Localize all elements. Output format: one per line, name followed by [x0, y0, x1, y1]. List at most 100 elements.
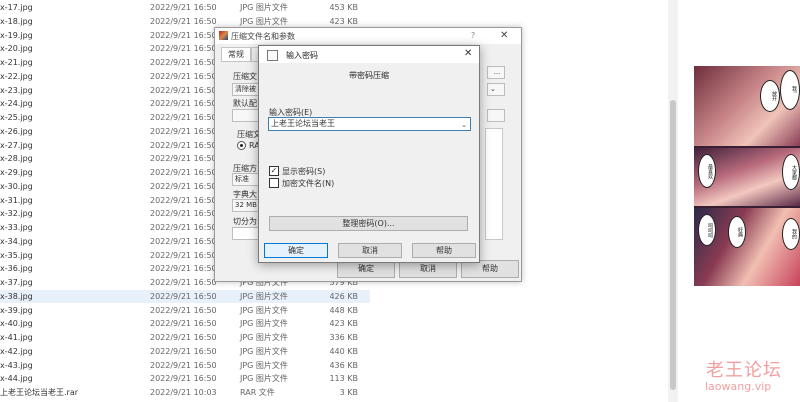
dialog-title: 压缩文件名和参数: [231, 32, 295, 41]
file-date: 2022/9/21 16:50: [150, 319, 217, 329]
browse-button[interactable]: ...: [487, 66, 505, 79]
file-name: x-41.jpg: [0, 333, 33, 342]
file-date: 2022/9/21 16:50: [150, 30, 217, 40]
watermark-url: laowang.vip: [705, 380, 772, 393]
close-icon[interactable]: ✕: [500, 30, 508, 41]
comic-panel: 呵呵呵 好痛 我的: [694, 208, 800, 286]
file-date: 2022/9/21 10:03: [150, 388, 217, 397]
encrypt-names-checkbox[interactable]: 加密文件名(N): [269, 177, 335, 189]
file-size: 423 KB: [329, 319, 358, 329]
file-row[interactable]: x-44.jpg 2022/9/21 16:50 JPG 图片文件 113 KB: [0, 372, 370, 385]
encrypt-names-label: 加密文件名(N): [282, 179, 335, 188]
format-radio[interactable]: [237, 141, 246, 150]
file-date: 2022/9/21 16:50: [150, 236, 217, 246]
show-password-checkbox[interactable]: ✓ 显示密码(S): [269, 165, 326, 177]
file-name: x-19.jpg: [0, 30, 33, 40]
watermark-logo-text: 老王论坛: [706, 360, 782, 381]
file-name: 上老王论坛当老王.rar: [0, 388, 79, 397]
file-date: 2022/9/21 16:50: [150, 99, 217, 109]
file-name: x-43.jpg: [0, 360, 33, 370]
file-type: JPG 图片文件: [240, 16, 288, 26]
help-button[interactable]: 帮助: [412, 243, 476, 258]
file-name: x-44.jpg: [0, 374, 33, 384]
file-row[interactable]: x-17.jpg 2022/9/21 16:50 JPG 图片文件 453 KB: [0, 1, 370, 14]
window-icon: [267, 50, 278, 61]
file-date: 2022/9/21 16:50: [150, 126, 217, 136]
file-size: 453 KB: [329, 3, 358, 12]
checkbox-checked-icon[interactable]: ✓: [269, 165, 279, 176]
file-row[interactable]: x-40.jpg 2022/9/21 16:50 JPG 图片文件 423 KB: [0, 317, 370, 330]
file-row[interactable]: x-41.jpg 2022/9/21 16:50 JPG 图片文件 336 KB: [0, 331, 370, 344]
file-name: x-32.jpg: [0, 209, 33, 219]
dialog-titlebar: 输入密码 ✕: [259, 46, 479, 63]
file-name: x-17.jpg: [0, 3, 33, 12]
file-type: JPG 图片文件: [240, 360, 288, 370]
file-date: 2022/9/21 16:50: [150, 278, 217, 287]
file-date: 2022/9/21 16:50: [150, 58, 217, 67]
speech-bubble: 我!: [780, 70, 800, 110]
password-dialog: 输入密码 ✕ 带密码压缩 输入密码(E) 上老王论坛当老王 ⌄ ✓ 显示密码(S)…: [258, 45, 480, 263]
file-date: 2022/9/21 16:50: [150, 16, 217, 26]
file-type: JPG 图片文件: [240, 346, 288, 356]
file-row[interactable]: x-38.jpg 2022/9/21 16:50 JPG 图片文件 426 KB: [0, 289, 370, 303]
file-date: 2022/9/21 16:50: [150, 291, 217, 301]
tab-general[interactable]: 常规: [221, 47, 251, 62]
file-row[interactable]: x-39.jpg 2022/9/21 16:50 JPG 图片文件 448 KB: [0, 304, 370, 317]
file-type: JPG 图片文件: [240, 3, 288, 12]
chevron-down-icon[interactable]: ⌄: [487, 83, 505, 96]
dialog-heading: 带密码压缩: [349, 71, 389, 80]
cancel-button[interactable]: 取消: [338, 243, 402, 258]
file-name: x-38.jpg: [0, 291, 33, 301]
file-date: 2022/9/21 16:50: [150, 113, 217, 122]
organize-passwords-button[interactable]: 整理密码(O)...: [269, 216, 468, 231]
file-name: x-25.jpg: [0, 113, 33, 122]
checkbox-unchecked-icon[interactable]: [269, 177, 279, 188]
file-name: x-22.jpg: [0, 71, 33, 81]
close-icon[interactable]: ✕: [464, 48, 472, 59]
file-name: x-26.jpg: [0, 126, 33, 136]
file-row[interactable]: x-42.jpg 2022/9/21 16:50 JPG 图片文件 440 KB: [0, 345, 370, 358]
file-date: 2022/9/21 16:50: [150, 44, 217, 54]
speech-bubble: 呵呵呵: [698, 214, 716, 246]
file-size: 3 KB: [339, 388, 358, 397]
file-name: x-27.jpg: [0, 140, 33, 150]
file-date: 2022/9/21 16:50: [150, 154, 217, 164]
file-date: 2022/9/21 16:50: [150, 360, 217, 370]
file-date: 2022/9/21 16:50: [150, 374, 217, 384]
config-button-right[interactable]: [487, 109, 505, 122]
file-row[interactable]: x-18.jpg 2022/9/21 16:50 JPG 图片文件 423 KB: [0, 15, 370, 28]
file-date: 2022/9/21 16:50: [150, 333, 217, 342]
password-input[interactable]: 上老王论坛当老王 ⌄: [268, 117, 471, 131]
speech-bubble: 大家都: [782, 154, 800, 190]
options-panel-edge: [485, 128, 503, 240]
dialog-title: 输入密码: [286, 51, 318, 60]
winrar-icon: [219, 31, 228, 40]
ok-button[interactable]: 确定: [264, 243, 328, 258]
file-date: 2022/9/21 16:50: [150, 140, 217, 150]
file-row[interactable]: x-43.jpg 2022/9/21 16:50 JPG 图片文件 436 KB: [0, 359, 370, 372]
file-date: 2022/9/21 16:50: [150, 346, 217, 356]
chevron-down-icon[interactable]: ⌄: [461, 119, 467, 131]
file-name: x-31.jpg: [0, 195, 33, 205]
file-name: x-30.jpg: [0, 181, 33, 191]
file-size: 336 KB: [329, 333, 358, 342]
file-type: JPG 图片文件: [240, 291, 288, 301]
file-name: x-24.jpg: [0, 99, 33, 109]
scrollbar-thumb[interactable]: [670, 100, 676, 390]
show-password-label: 显示密码(S): [282, 167, 326, 176]
file-date: 2022/9/21 16:50: [150, 3, 217, 12]
help-icon[interactable]: ?: [471, 31, 475, 40]
file-size: 113 KB: [329, 374, 358, 384]
file-type: JPG 图片文件: [240, 319, 288, 329]
file-row[interactable]: 上老王论坛当老王.rar 2022/9/21 10:03 RAR 文件 3 KB: [0, 386, 370, 399]
file-date: 2022/9/21 16:50: [150, 264, 217, 274]
file-name: x-34.jpg: [0, 236, 33, 246]
speech-bubble: 好痛: [728, 216, 746, 248]
speech-bubble: 我的: [782, 218, 800, 250]
file-size: 448 KB: [329, 305, 358, 315]
split-label: 切分为: [233, 217, 257, 226]
file-size: 440 KB: [329, 346, 358, 356]
file-name: x-28.jpg: [0, 154, 33, 164]
file-type: JPG 图片文件: [240, 374, 288, 384]
image-preview: 放开 我! 最喜欢 大家都 呵呵呵 好痛 我的: [694, 66, 800, 286]
